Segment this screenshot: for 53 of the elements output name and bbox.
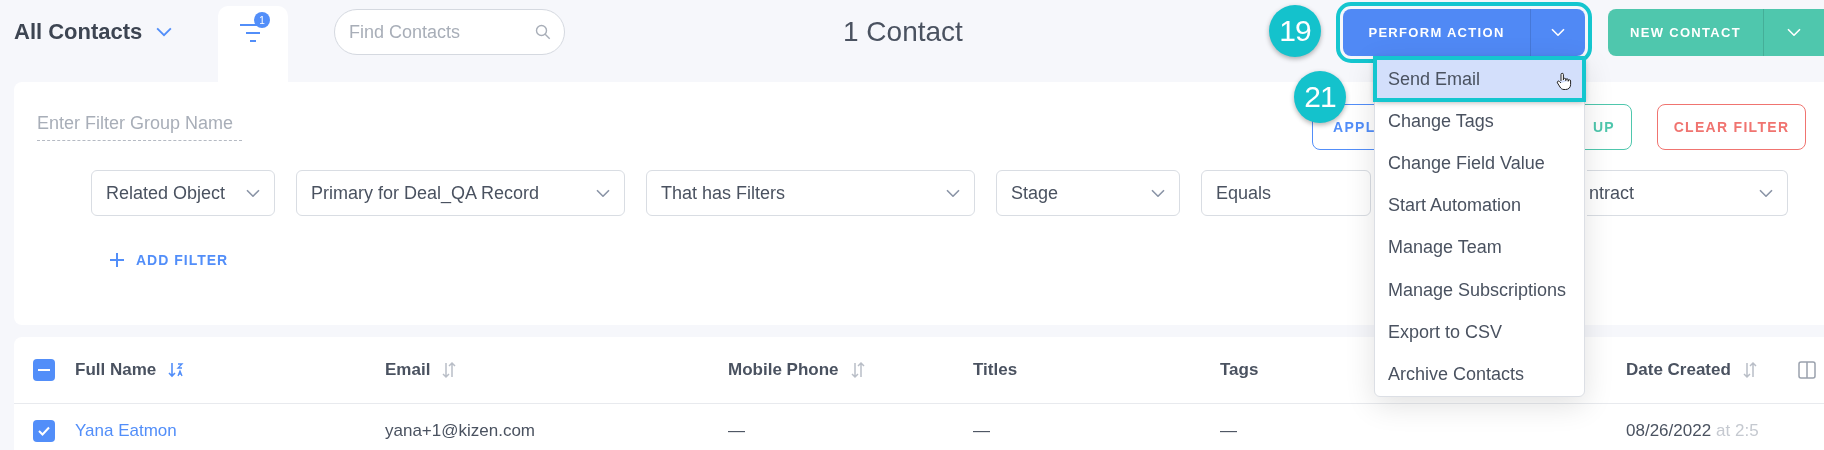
- step-number-badge: 21: [1294, 71, 1346, 123]
- chevron-down-icon: [946, 188, 960, 198]
- chevron-down-icon: [156, 27, 173, 37]
- table-cell: —: [728, 420, 745, 440]
- filter-select[interactable]: That has Filters: [646, 170, 975, 216]
- select-all-checkbox[interactable]: [33, 359, 55, 381]
- hand-cursor-icon: [1556, 72, 1572, 90]
- filter-select[interactable]: ntract: [1587, 170, 1788, 216]
- filter-select[interactable]: Related Object: [91, 170, 275, 216]
- sort-descending-icon[interactable]: [168, 361, 185, 379]
- menu-item[interactable]: Change Field Value: [1375, 142, 1584, 185]
- chevron-down-icon: [246, 188, 260, 198]
- column-header[interactable]: Date Created: [1626, 360, 1731, 380]
- chevron-down-icon: [1787, 27, 1801, 37]
- chevron-down-icon: [596, 188, 610, 198]
- search-icon: [535, 24, 551, 40]
- table-cell: yana+1@kizen.com: [385, 420, 536, 440]
- minus-icon: [38, 369, 50, 371]
- column-header[interactable]: Mobile Phone: [728, 360, 839, 380]
- plus-icon: [110, 253, 124, 267]
- filter-select[interactable]: Stage: [996, 170, 1180, 216]
- date-text: 08/26/2022: [1626, 420, 1712, 441]
- table-cell: —: [973, 420, 990, 440]
- sort-icon[interactable]: [442, 361, 457, 379]
- chevron-down-icon: [1759, 188, 1773, 198]
- step-number-badge: 19: [1269, 5, 1321, 57]
- chevron-down-icon: [1551, 27, 1565, 37]
- record-count: 1 Contact: [843, 16, 963, 48]
- chevron-down-icon: [1151, 188, 1165, 198]
- checkmark-icon: [38, 425, 50, 436]
- view-title[interactable]: All Contacts: [14, 19, 143, 45]
- time-text: at 2:5: [1716, 420, 1759, 441]
- sort-icon[interactable]: [1742, 361, 1757, 379]
- filter-count-badge: 1: [254, 12, 270, 28]
- filter-select[interactable]: Equals: [1201, 170, 1371, 216]
- filter-select[interactable]: Primary for Deal_QA Record: [296, 170, 625, 216]
- search-field[interactable]: Find Contacts: [334, 9, 565, 55]
- menu-item[interactable]: Start Automation: [1375, 184, 1584, 227]
- column-header[interactable]: Email: [385, 360, 431, 380]
- menu-item[interactable]: Manage Team: [1375, 226, 1584, 269]
- menu-item[interactable]: Send Email: [1375, 58, 1584, 101]
- group-name-field[interactable]: Enter Filter Group Name: [37, 113, 242, 141]
- column-header[interactable]: Full Name: [75, 360, 157, 380]
- column-header[interactable]: Titles: [973, 360, 1018, 380]
- menu-item[interactable]: Archive Contacts: [1375, 353, 1584, 396]
- menu-item[interactable]: Manage Subscriptions: [1375, 268, 1584, 312]
- row-checkbox[interactable]: [33, 419, 55, 442]
- column-header[interactable]: Tags: [1220, 360, 1259, 380]
- menu-item[interactable]: Export to CSV: [1375, 311, 1584, 354]
- columns-icon[interactable]: [1798, 361, 1816, 379]
- sort-icon[interactable]: [850, 361, 865, 379]
- table-cell: —: [1220, 420, 1237, 440]
- menu-item[interactable]: Change Tags: [1375, 100, 1584, 143]
